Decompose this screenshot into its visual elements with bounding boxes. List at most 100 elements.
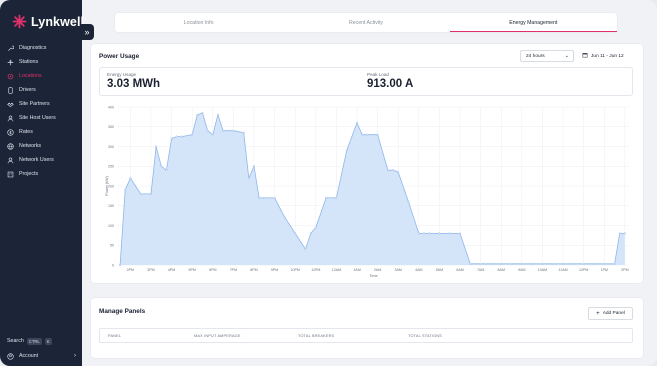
y-tick-label: 50 (110, 244, 114, 248)
shortcut-key-ctrl: CTRL (26, 337, 42, 345)
data-point (165, 169, 168, 172)
data-point (294, 232, 297, 235)
y-tick-label: 100 (108, 224, 114, 228)
data-point (304, 248, 307, 251)
x-tick-label: 2PM (127, 268, 134, 272)
sidebar-item-site-host-users[interactable]: Site Host Users (7, 111, 79, 125)
data-point (242, 131, 245, 134)
data-point (247, 177, 250, 180)
collapse-sidebar-button[interactable]: » (80, 24, 94, 40)
y-tick-label: 400 (108, 105, 114, 109)
sidebar-item-label: Diagnostics (19, 45, 47, 51)
wrench-icon (7, 45, 14, 52)
app-name: Lynkwell (31, 14, 85, 29)
y-tick-label: 150 (108, 204, 114, 208)
data-point (211, 133, 214, 136)
data-point (438, 232, 441, 235)
column-header-total-breakers: TOTAL BREAKERS (298, 334, 335, 338)
shortcut-key-k: K (44, 337, 52, 345)
y-tick-label: 300 (108, 145, 114, 149)
y-axis-title: Power (kW) (105, 175, 109, 196)
sidebar-item-locations[interactable]: Locations (7, 69, 79, 83)
data-point (309, 232, 312, 235)
data-point (392, 169, 395, 172)
y-tick-label: 0 (112, 263, 114, 267)
column-header-total-stations: TOTAL STATIONS (408, 334, 443, 338)
tab-location-info[interactable]: Location Info (115, 13, 282, 32)
data-point (603, 262, 606, 265)
data-point (252, 165, 256, 168)
sidebar-item-account[interactable]: Account › (7, 349, 79, 363)
data-point (422, 232, 426, 235)
data-point (618, 232, 621, 235)
data-point (484, 262, 487, 265)
sidebar-footer: Search CTRL K Account › (7, 335, 79, 363)
add-panel-button[interactable]: + Add Panel (588, 307, 633, 320)
sidebar-item-stations[interactable]: Stations (7, 55, 79, 69)
power-usage-card: Power Usage 24 hours ⌄ Jun 11 - Jun 12 E… (91, 44, 643, 283)
location-tabs: Location Info Recent Activity Energy Man… (115, 13, 618, 32)
sidebar-item-networks[interactable]: Networks (7, 139, 79, 153)
x-tick-label: 4PM (168, 268, 175, 272)
data-point (124, 188, 127, 191)
power-usage-chart: 0501001502002503003504002PM 3PM 4PM 5PM 6PM 7… (105, 105, 629, 278)
x-tick-label: 7PM (230, 268, 237, 272)
tab-energy-management[interactable]: Energy Management (449, 13, 618, 32)
data-point (448, 232, 451, 235)
data-point (623, 232, 626, 235)
x-tick-label: 2PM (621, 268, 628, 272)
building-icon (7, 171, 14, 178)
data-point (201, 111, 204, 114)
data-point (361, 133, 364, 136)
data-point (227, 129, 230, 132)
data-point (175, 135, 178, 138)
sidebar-item-label: Networks (19, 143, 42, 149)
sidebar-item-rates[interactable]: Rates (7, 125, 79, 139)
x-tick-label: 12PM (579, 268, 588, 272)
data-point (196, 113, 199, 116)
data-point (139, 192, 142, 195)
data-point (489, 262, 492, 265)
globe-icon (7, 142, 14, 150)
dollar-icon (7, 128, 14, 136)
data-point (325, 196, 328, 199)
data-point (273, 196, 276, 199)
logo[interactable]: Lynkwell (12, 14, 84, 29)
manage-panels-title: Manage Panels (99, 308, 146, 315)
chevron-right-icon: › (74, 353, 76, 359)
data-point (562, 262, 565, 265)
app-window: Lynkwell Diagnostics Stations Locations … (0, 0, 657, 366)
sidebar-item-label: Projects (19, 171, 39, 177)
x-tick-label: 1AM (353, 268, 360, 272)
data-point (386, 169, 389, 172)
x-tick-label: 8AM (498, 268, 505, 272)
x-tick-label: 2AM (374, 268, 381, 272)
data-point (469, 262, 472, 265)
phone-icon (7, 86, 14, 94)
data-point (613, 262, 616, 265)
sidebar-item-drivers[interactable]: Drivers (7, 83, 79, 97)
sidebar-search[interactable]: Search CTRL K (7, 335, 79, 347)
sidebar-nav: Diagnostics Stations Locations Drivers S… (7, 41, 79, 181)
data-point (551, 262, 554, 265)
sidebar-item-site-partners[interactable]: Site Partners (7, 97, 79, 111)
sidebar-item-network-users[interactable]: Network Users (7, 153, 79, 167)
sidebar-item-label: Drivers (19, 87, 36, 93)
data-point (335, 196, 338, 199)
data-point (170, 137, 173, 140)
x-tick-label: 1PM (601, 268, 608, 272)
sidebar-item-projects[interactable]: Projects (7, 167, 79, 181)
data-point (541, 262, 544, 265)
plus-icon: + (596, 310, 600, 317)
data-point (428, 232, 431, 235)
sidebar-item-label: Site Partners (19, 101, 50, 107)
x-tick-label: 6AM (456, 268, 463, 272)
tab-recent-activity[interactable]: Recent Activity (282, 13, 449, 32)
location-icon (7, 73, 14, 80)
handshake-icon (7, 101, 14, 108)
sidebar-item-label: Stations (19, 59, 39, 65)
x-tick-label: 9PM (271, 268, 278, 272)
sidebar-item-diagnostics[interactable]: Diagnostics (7, 41, 79, 55)
sidebar: Lynkwell Diagnostics Stations Locations … (0, 0, 84, 366)
data-point (119, 263, 122, 267)
